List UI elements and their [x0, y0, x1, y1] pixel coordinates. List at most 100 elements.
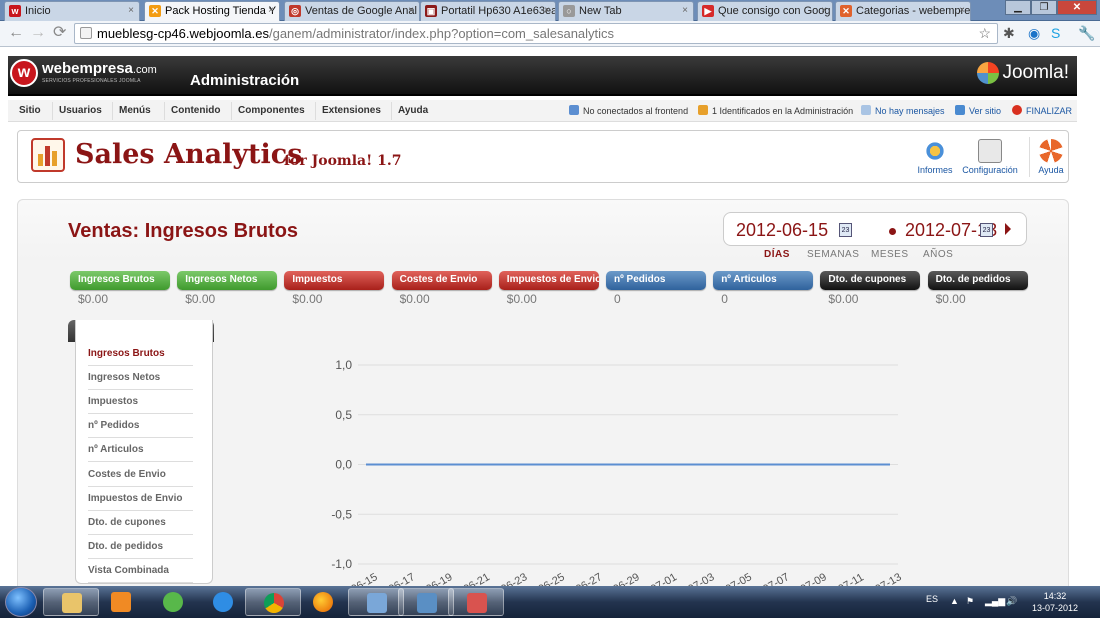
tab-close-icon[interactable]: ×	[821, 5, 827, 16]
toolbar-divider	[1029, 137, 1030, 177]
brand-name: webempresa.com	[42, 60, 157, 77]
tab-title: New Tab	[579, 5, 622, 17]
browser-tab[interactable]: ▶ Que consigo con Goog ×	[697, 1, 833, 21]
chrome-icon	[264, 593, 284, 613]
period-3[interactable]: AÑOS	[923, 249, 953, 260]
taskbar-firefox[interactable]	[295, 588, 351, 616]
close-window-button[interactable]: ✕	[1057, 0, 1097, 15]
tab-close-icon[interactable]: ×	[959, 5, 965, 16]
sidebar-item[interactable]: Costes de Envio	[88, 463, 193, 487]
date-from[interactable]: 2012-06-15	[736, 220, 828, 241]
kpi-button[interactable]: Ingresos Brutos	[70, 271, 170, 290]
tab-title: Inicio	[25, 5, 51, 17]
dashboard-panel: Ventas: Ingresos Brutos 2012-06-15 23 20…	[17, 199, 1069, 599]
menu-item-componentes[interactable]: Componentes	[238, 105, 305, 116]
kpi-button[interactable]: Ingresos Netos	[177, 271, 278, 290]
kpi-button[interactable]: Dto. de cupones	[820, 271, 921, 290]
browser-tab[interactable]: ◎ Ventas de Google Anal ×	[284, 1, 420, 21]
tab-close-icon[interactable]: ×	[682, 5, 688, 16]
monitor-icon	[955, 105, 965, 115]
sidebar-item[interactable]: nº Articulos	[88, 438, 193, 463]
tab-favicon-icon: ✕	[149, 5, 161, 17]
period-2[interactable]: MESES	[871, 249, 909, 260]
kpi-button[interactable]: Impuestos de Envio	[498, 271, 599, 290]
menu-item-extensiones[interactable]: Extensiones	[322, 105, 381, 116]
browser-tab[interactable]: ✕ Categorias - webempre ×	[835, 1, 971, 21]
kpi-button[interactable]: Dto. de pedidos	[927, 271, 1028, 290]
menu-item-contenido[interactable]: Contenido	[171, 105, 220, 116]
extension-eye-icon[interactable]: ◉	[1028, 25, 1040, 41]
messages-link[interactable]: No hay mensajes	[861, 105, 945, 116]
back-icon[interactable]: ←	[8, 25, 24, 41]
tab-close-icon[interactable]: ×	[408, 5, 414, 16]
help-button[interactable]: Ayuda	[1036, 139, 1066, 175]
sidebar-item[interactable]: Impuestos de Envio	[88, 487, 193, 511]
kpi-button[interactable]: nº Articulos	[713, 271, 814, 290]
start-button[interactable]	[5, 587, 37, 617]
calendar-from-icon[interactable]: 23	[839, 223, 852, 237]
taskbar-ie[interactable]	[195, 588, 251, 616]
sidebar-item[interactable]: Ingresos Brutos	[88, 342, 193, 366]
reports-button[interactable]: Informes	[910, 139, 960, 175]
extension-bug-icon[interactable]: ✱	[1003, 25, 1015, 41]
taskbar-app-2[interactable]	[398, 588, 454, 616]
kpi-button[interactable]: Impuestos	[284, 271, 385, 290]
sidebar-item[interactable]: Ingresos Netos	[88, 366, 193, 391]
period-1[interactable]: SEMANAS	[807, 249, 859, 260]
tab-close-icon[interactable]: ×	[268, 5, 274, 16]
sidebar-item[interactable]: Dto. de cupones	[88, 511, 193, 535]
taskbar-app-3[interactable]	[448, 588, 504, 616]
language-indicator[interactable]: ES	[926, 594, 938, 604]
taskbar-app-1[interactable]	[348, 588, 404, 616]
y-tick-label: 0,5	[335, 408, 352, 422]
tab-favicon-icon: ◎	[289, 5, 301, 17]
browser-tab[interactable]: w Inicio ×	[4, 1, 140, 21]
forward-icon[interactable]: →	[30, 25, 46, 41]
taskbar-chrome[interactable]	[245, 588, 301, 616]
reload-icon[interactable]: ⟳	[53, 25, 66, 41]
kpi-button[interactable]: Costes de Envio	[391, 271, 492, 290]
taskbar-messenger[interactable]	[145, 588, 201, 616]
browser-tab[interactable]: ▣ Portatil Hp630 A1e63ea ×	[420, 1, 556, 21]
menu-item-sitio[interactable]: Sitio	[19, 105, 41, 116]
maximize-button[interactable]: ❐	[1031, 0, 1057, 15]
clock[interactable]: 14:32 13-07-2012	[1030, 590, 1080, 614]
sidebar-item[interactable]: Dto. de pedidos	[88, 535, 193, 559]
volume-icon[interactable]: 🔊	[1006, 596, 1017, 607]
menu-divider	[112, 102, 113, 120]
menu-item-menús[interactable]: Menús	[119, 105, 151, 116]
component-title: Sales Analytics	[75, 139, 303, 170]
configuration-button[interactable]: Configuración	[961, 139, 1019, 175]
date-range-picker: 2012-06-15 23 2012-07-13 23	[723, 212, 1027, 246]
taskbar-explorer[interactable]	[43, 588, 99, 616]
minimize-button[interactable]: ▁	[1005, 0, 1031, 15]
tray-arrow-icon[interactable]: ▲	[950, 596, 959, 606]
menu-item-usuarios[interactable]: Usuarios	[59, 105, 102, 116]
browser-tab[interactable]: ○ New Tab ×	[558, 1, 694, 21]
extension-skype-icon[interactable]: S	[1051, 25, 1060, 41]
period-0[interactable]: DÍAS	[764, 249, 790, 260]
messenger-icon	[163, 592, 183, 612]
bookmark-star-icon[interactable]: ☆	[978, 24, 991, 43]
sidebar-item[interactable]: Vista Combinada	[88, 559, 193, 583]
url-path: /ganem/administrator/index.php?option=co…	[268, 26, 615, 41]
address-bar[interactable]: mueblesg-cp46.webjoomla.es/ganem/adminis…	[74, 23, 998, 44]
tab-close-icon[interactable]: ×	[544, 5, 550, 16]
browser-tab[interactable]: ✕ Pack Hosting Tienda Y ×	[144, 1, 280, 21]
logout-link[interactable]: FINALIZAR	[1012, 105, 1072, 116]
calendar-to-icon[interactable]: 23	[980, 223, 993, 237]
network-icon[interactable]: ▂▄▆	[985, 596, 1005, 607]
menu-item-ayuda[interactable]: Ayuda	[398, 105, 428, 116]
admin-status: 1 Identificados en la Administración	[698, 105, 853, 116]
browser-tab-strip: ▁ ❐ ✕ w Inicio × ✕ Pack Hosting Tienda Y × ◎ Ve…	[0, 0, 1100, 21]
next-arrow-icon[interactable]	[1005, 223, 1011, 235]
view-site-link[interactable]: Ver sitio	[955, 105, 1001, 116]
kpi-button[interactable]: nº Pedidos	[606, 271, 706, 290]
users-icon	[569, 105, 579, 115]
taskbar-media-player[interactable]	[93, 588, 149, 616]
sidebar-item[interactable]: Impuestos	[88, 390, 193, 415]
tab-close-icon[interactable]: ×	[128, 5, 134, 16]
sidebar-item[interactable]: nº Pedidos	[88, 414, 193, 439]
wrench-icon[interactable]: 🔧	[1078, 25, 1095, 41]
action-center-icon[interactable]: ⚑	[966, 596, 974, 607]
